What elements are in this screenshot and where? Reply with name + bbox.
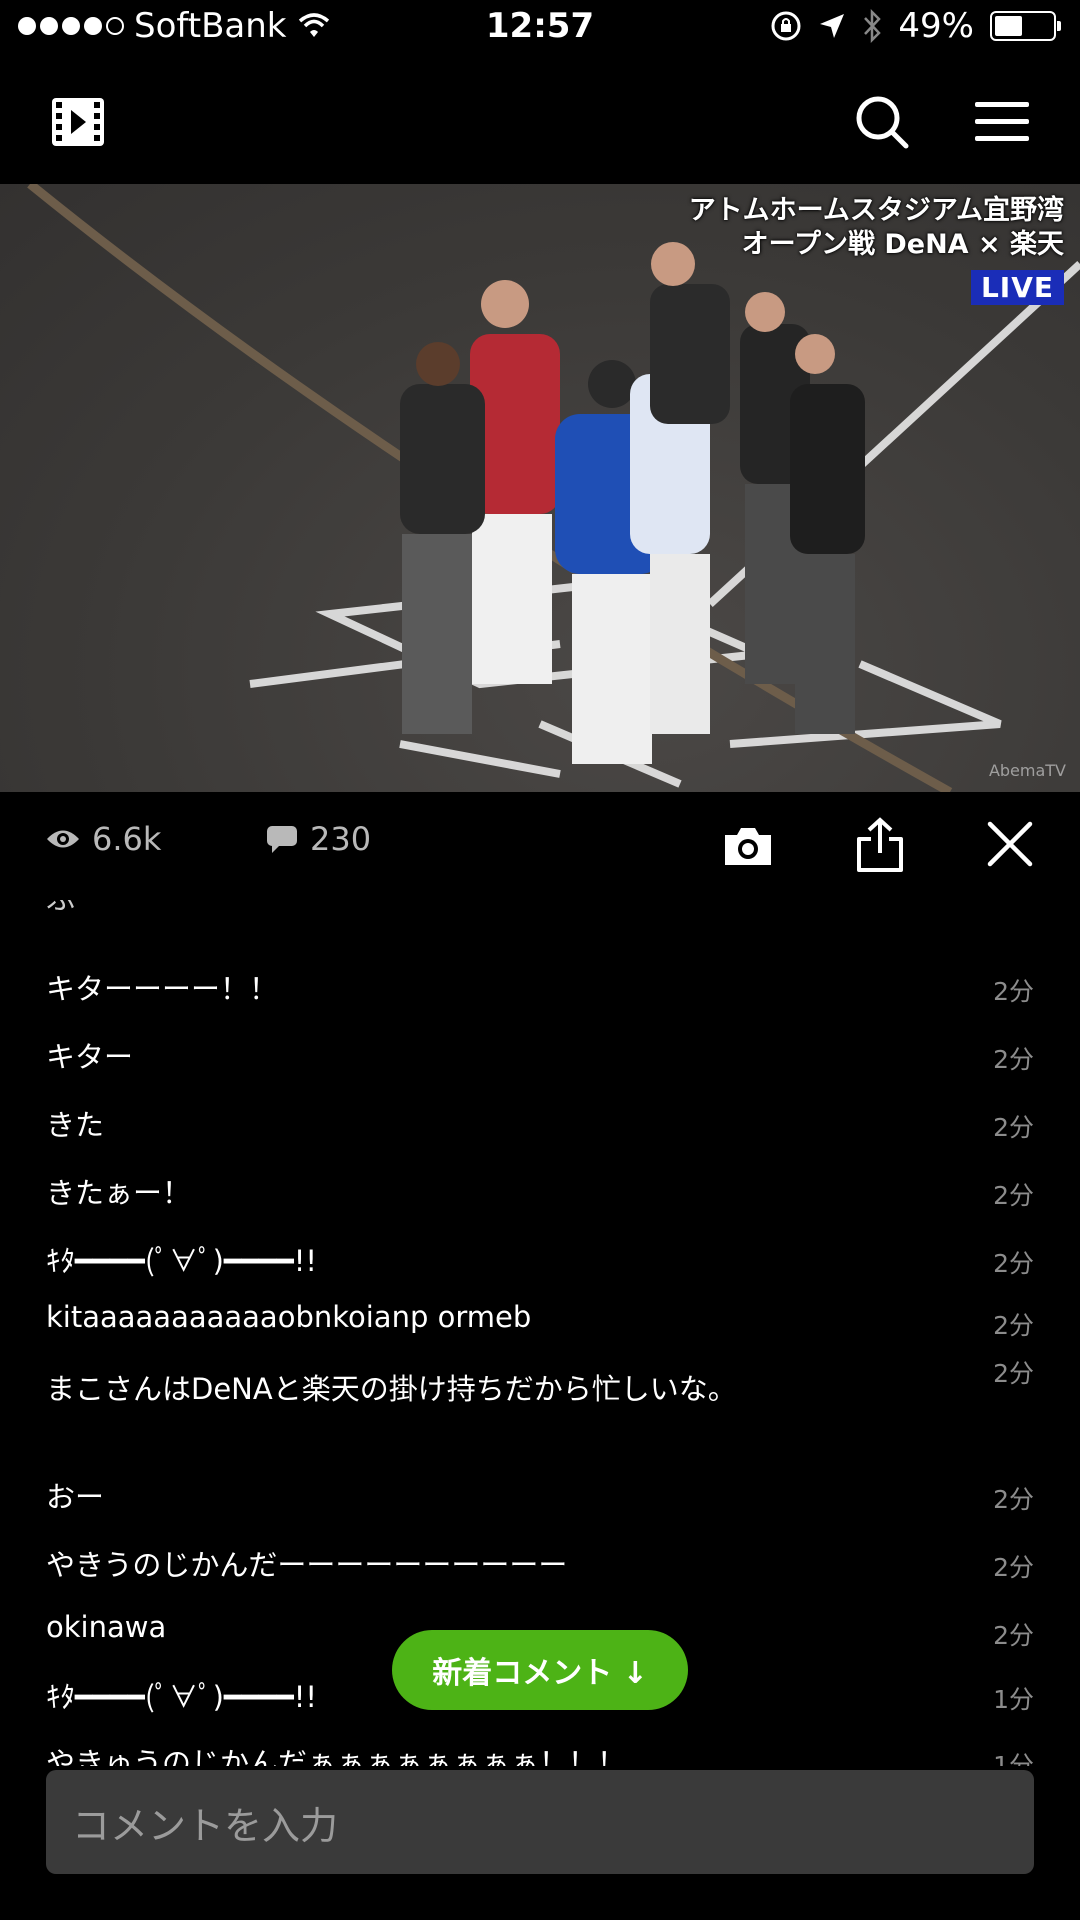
- comment-text: ｷﾀ━━━━(ﾟ∀ﾟ)━━━━!!: [46, 1244, 318, 1278]
- app-header: [0, 60, 1080, 184]
- comment-item[interactable]: ｷﾀ━━━━(ﾟ∀ﾟ)━━━━!! 2分: [46, 1238, 1034, 1288]
- comment-time: 2分: [993, 1359, 1034, 1388]
- comment-time: 1分: [993, 1685, 1034, 1714]
- eye-icon: [47, 830, 79, 848]
- comment-text: きたぁー！: [46, 1176, 192, 1210]
- caption-match: オープン戦 DeNA × 楽天: [741, 229, 1064, 260]
- comment-text: ｷﾀ━━━━(ﾟ∀ﾟ)━━━━!!: [46, 1680, 318, 1714]
- comment-input[interactable]: コメントを入力: [46, 1770, 1034, 1874]
- comment-item[interactable]: やきゅうのじかんだぁぁぁぁぁぁぁぁ！！！ 1分: [46, 1740, 1034, 1766]
- live-badge: LIVE: [970, 270, 1064, 305]
- comment-item[interactable]: おー 2分: [46, 1474, 1034, 1524]
- comment-time: 2分: [993, 1113, 1034, 1142]
- comment-time: 2分: [993, 1181, 1034, 1210]
- location-arrow-icon: [820, 14, 845, 38]
- video-player[interactable]: アトムホームスタジアム宜野湾 オープン戦 DeNA × 楽天 LIVE Abem…: [0, 184, 1080, 792]
- comment-text: キターーーー！！: [46, 972, 279, 1006]
- comment-text: kitaaaaaaaaaaaobnkoianp ormeb: [46, 1300, 532, 1334]
- comment-time: 2分: [993, 1311, 1034, 1340]
- list-item-partial: ふ: [46, 900, 1034, 916]
- comment-time: 2分: [993, 1249, 1034, 1278]
- view-count: 6.6k: [46, 820, 161, 858]
- comment-count: 230: [266, 820, 371, 858]
- broadcast-caption: アトムホームスタジアム宜野湾 オープン戦 DeNA × 楽天: [689, 194, 1064, 262]
- comment-item[interactable]: きたぁー！ 2分: [46, 1170, 1034, 1220]
- comment-text: まこさんはDeNAと楽天の掛け持ちだから忙しいな。: [46, 1372, 737, 1406]
- comment-item[interactable]: キター 2分: [46, 1034, 1034, 1084]
- status-bar: SoftBank 12:57 49%: [0, 0, 1080, 60]
- comment-time: 1分: [993, 1751, 1034, 1766]
- bluetooth-icon: [864, 9, 882, 43]
- comment-text: やきゅうのじかんだぁぁぁぁぁぁぁぁ！！！: [46, 1746, 627, 1766]
- comment-item[interactable]: kitaaaaaaaaaaaobnkoianp ormeb 2分: [46, 1300, 1034, 1350]
- battery-percent: 49%: [898, 6, 974, 46]
- comment-item[interactable]: キターーーー！！ 2分: [46, 966, 1034, 1016]
- view-count-value: 6.6k: [92, 820, 162, 858]
- caption-venue: アトムホームスタジアム宜野湾: [688, 195, 1064, 226]
- status-right: 49%: [770, 6, 1061, 46]
- new-comments-button[interactable]: 新着コメント ↓: [392, 1630, 688, 1710]
- search-icon[interactable]: [852, 92, 912, 152]
- comment-item[interactable]: やきうのじかんだーーーーーーーーーー 2分: [46, 1542, 1034, 1592]
- battery-icon: [990, 11, 1061, 41]
- speech-bubble-icon: [267, 826, 297, 853]
- comment-time: 2分: [993, 1621, 1034, 1650]
- comment-text: きた: [46, 1108, 105, 1142]
- share-icon[interactable]: [850, 812, 910, 878]
- orientation-lock-icon: [771, 11, 801, 41]
- video-player-icon[interactable]: [50, 96, 106, 148]
- stats-bar: 6.6k 230: [0, 792, 1080, 900]
- comment-text: okinawa: [46, 1610, 167, 1644]
- close-icon[interactable]: [982, 816, 1038, 872]
- comment-time: 2分: [993, 1045, 1034, 1074]
- comment-text: キター: [46, 1040, 134, 1074]
- comment-time: 2分: [993, 1553, 1034, 1582]
- comment-text: やきうのじかんだーーーーーーーーーー: [46, 1548, 568, 1582]
- camera-icon[interactable]: [718, 816, 778, 876]
- comment-text: おー: [46, 1480, 105, 1514]
- comment-item[interactable]: きた 2分: [46, 1102, 1034, 1152]
- baseball-field-scene: [27, 184, 1080, 792]
- comment-time: 2分: [993, 1485, 1034, 1514]
- comment-input-placeholder: コメントを入力: [72, 1803, 339, 1848]
- comment-count-value: 230: [310, 820, 372, 858]
- channel-watermark: AbemaTV: [988, 761, 1066, 780]
- hamburger-menu-icon[interactable]: [974, 96, 1030, 148]
- comment-item[interactable]: まこさんはDeNAと楽天の掛け持ちだから忙しいな。 2分: [46, 1359, 1034, 1412]
- comment-time: 2分: [993, 977, 1034, 1006]
